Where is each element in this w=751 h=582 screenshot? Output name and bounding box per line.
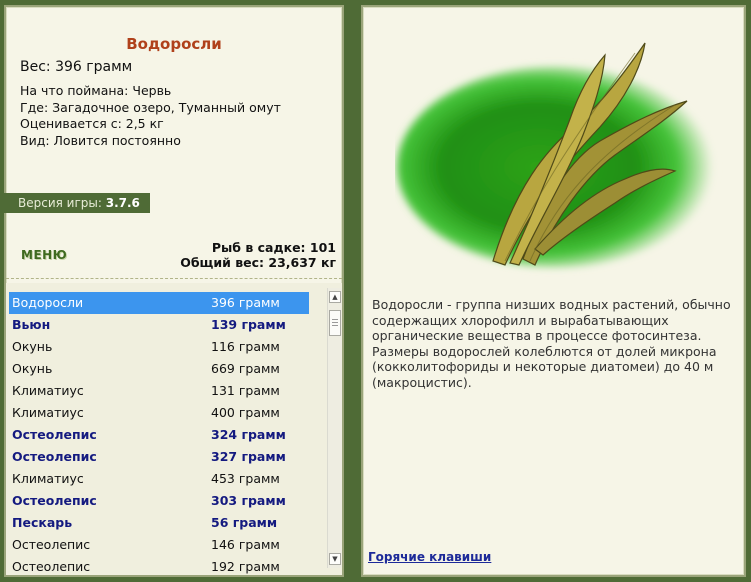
- list-item-weight: 56 грамм: [211, 515, 278, 530]
- list-item-weight: 131 грамм: [211, 383, 280, 398]
- fish-list[interactable]: Водоросли 396 грамм Вьюн 139 грамм Окунь 116 …: [6, 283, 342, 575]
- fish-count: Рыб в садке: 101: [211, 240, 336, 255]
- list-item-name: Климатиус: [12, 471, 84, 486]
- list-item-name: Остеолепис: [12, 559, 91, 574]
- fish-weight: Вес: 396 грамм: [20, 59, 133, 75]
- algae-image: [397, 42, 713, 267]
- location-info: Где: Загадочное озеро, Туманный омут: [20, 99, 281, 115]
- list-item-name: Климатиус: [12, 383, 84, 398]
- menu-button[interactable]: МЕНЮ: [21, 248, 67, 262]
- list-item-name: Остеолепис: [12, 427, 97, 442]
- list-item-weight: 453 грамм: [211, 471, 280, 486]
- list-item-name: Остеолепис: [12, 537, 91, 552]
- list-item[interactable]: Климатиус 400 грамм: [9, 402, 309, 424]
- value-info: Оценивается с: 2,5 кг: [20, 116, 164, 131]
- fish-title: Водоросли: [126, 35, 222, 53]
- list-item-weight: 116 грамм: [211, 339, 280, 354]
- list-item[interactable]: Остеолепис 192 грамм: [9, 556, 309, 575]
- list-item[interactable]: Окунь 116 грамм: [9, 336, 309, 358]
- list-item-weight: 139 грамм: [211, 317, 286, 332]
- hotkeys-link[interactable]: Горячие клавиши: [368, 550, 491, 564]
- scroll-thumb[interactable]: [329, 310, 341, 336]
- availability-info: Вид: Ловится постоянно: [20, 132, 181, 148]
- list-item[interactable]: Остеолепис 303 грамм: [9, 490, 309, 512]
- list-item-name: Остеолепис: [12, 493, 97, 508]
- list-scrollbar[interactable]: ▲ ▼: [327, 288, 342, 568]
- list-item-name: Пескарь: [12, 515, 73, 530]
- bait-info: На что поймана: Червь: [20, 83, 172, 98]
- fish-description: Водоросли - группа низших водных растени…: [372, 297, 731, 390]
- total-weight: Общий вес: 23,637 кг: [180, 254, 336, 270]
- list-item-weight: 192 грамм: [211, 559, 280, 574]
- description-panel: Водоросли - группа низших водных растени…: [361, 5, 746, 577]
- scroll-down-icon[interactable]: ▼: [329, 553, 341, 565]
- list-item[interactable]: Водоросли 396 грамм: [9, 292, 309, 314]
- list-item-name: Остеолепис: [12, 449, 97, 464]
- fish-info-panel: Водоросли Вес: 396 грамм На что поймана:…: [4, 5, 344, 577]
- list-item[interactable]: Климатиус 453 грамм: [9, 468, 309, 490]
- list-item-weight: 146 грамм: [211, 537, 280, 552]
- list-item-weight: 327 грамм: [211, 449, 286, 464]
- list-item-weight: 669 грамм: [211, 361, 280, 376]
- version-badge: Версия игры: 3.7.6: [4, 193, 150, 213]
- version-number: 3.7.6: [105, 196, 140, 210]
- list-item-name: Вьюн: [12, 317, 51, 332]
- list-item-weight: 303 грамм: [211, 493, 286, 508]
- list-item[interactable]: Климатиус 131 грамм: [9, 380, 309, 402]
- list-item[interactable]: Вьюн 139 грамм: [9, 314, 309, 336]
- list-item-weight: 396 грамм: [211, 295, 280, 310]
- separator: [6, 278, 342, 279]
- list-item[interactable]: Остеолепис 324 грамм: [9, 424, 309, 446]
- list-item[interactable]: Остеолепис 327 грамм: [9, 446, 309, 468]
- catch-stats: Рыб в садке: 101 Общий вес: 23,637 кг: [180, 240, 336, 270]
- fish-details: На что поймана: Червь Где: Загадочное оз…: [20, 83, 281, 149]
- list-item-name: Окунь: [12, 361, 53, 376]
- list-item-name: Климатиус: [12, 405, 84, 420]
- list-item-name: Окунь: [12, 339, 53, 354]
- scroll-up-icon[interactable]: ▲: [329, 291, 341, 303]
- version-label: Версия игры:: [18, 196, 106, 210]
- list-item-weight: 324 грамм: [211, 427, 286, 442]
- list-item-weight: 400 грамм: [211, 405, 280, 420]
- list-item[interactable]: Пескарь 56 грамм: [9, 512, 309, 534]
- list-item[interactable]: Остеолепис 146 грамм: [9, 534, 309, 556]
- list-item[interactable]: Окунь 669 грамм: [9, 358, 309, 380]
- list-item-name: Водоросли: [12, 295, 84, 310]
